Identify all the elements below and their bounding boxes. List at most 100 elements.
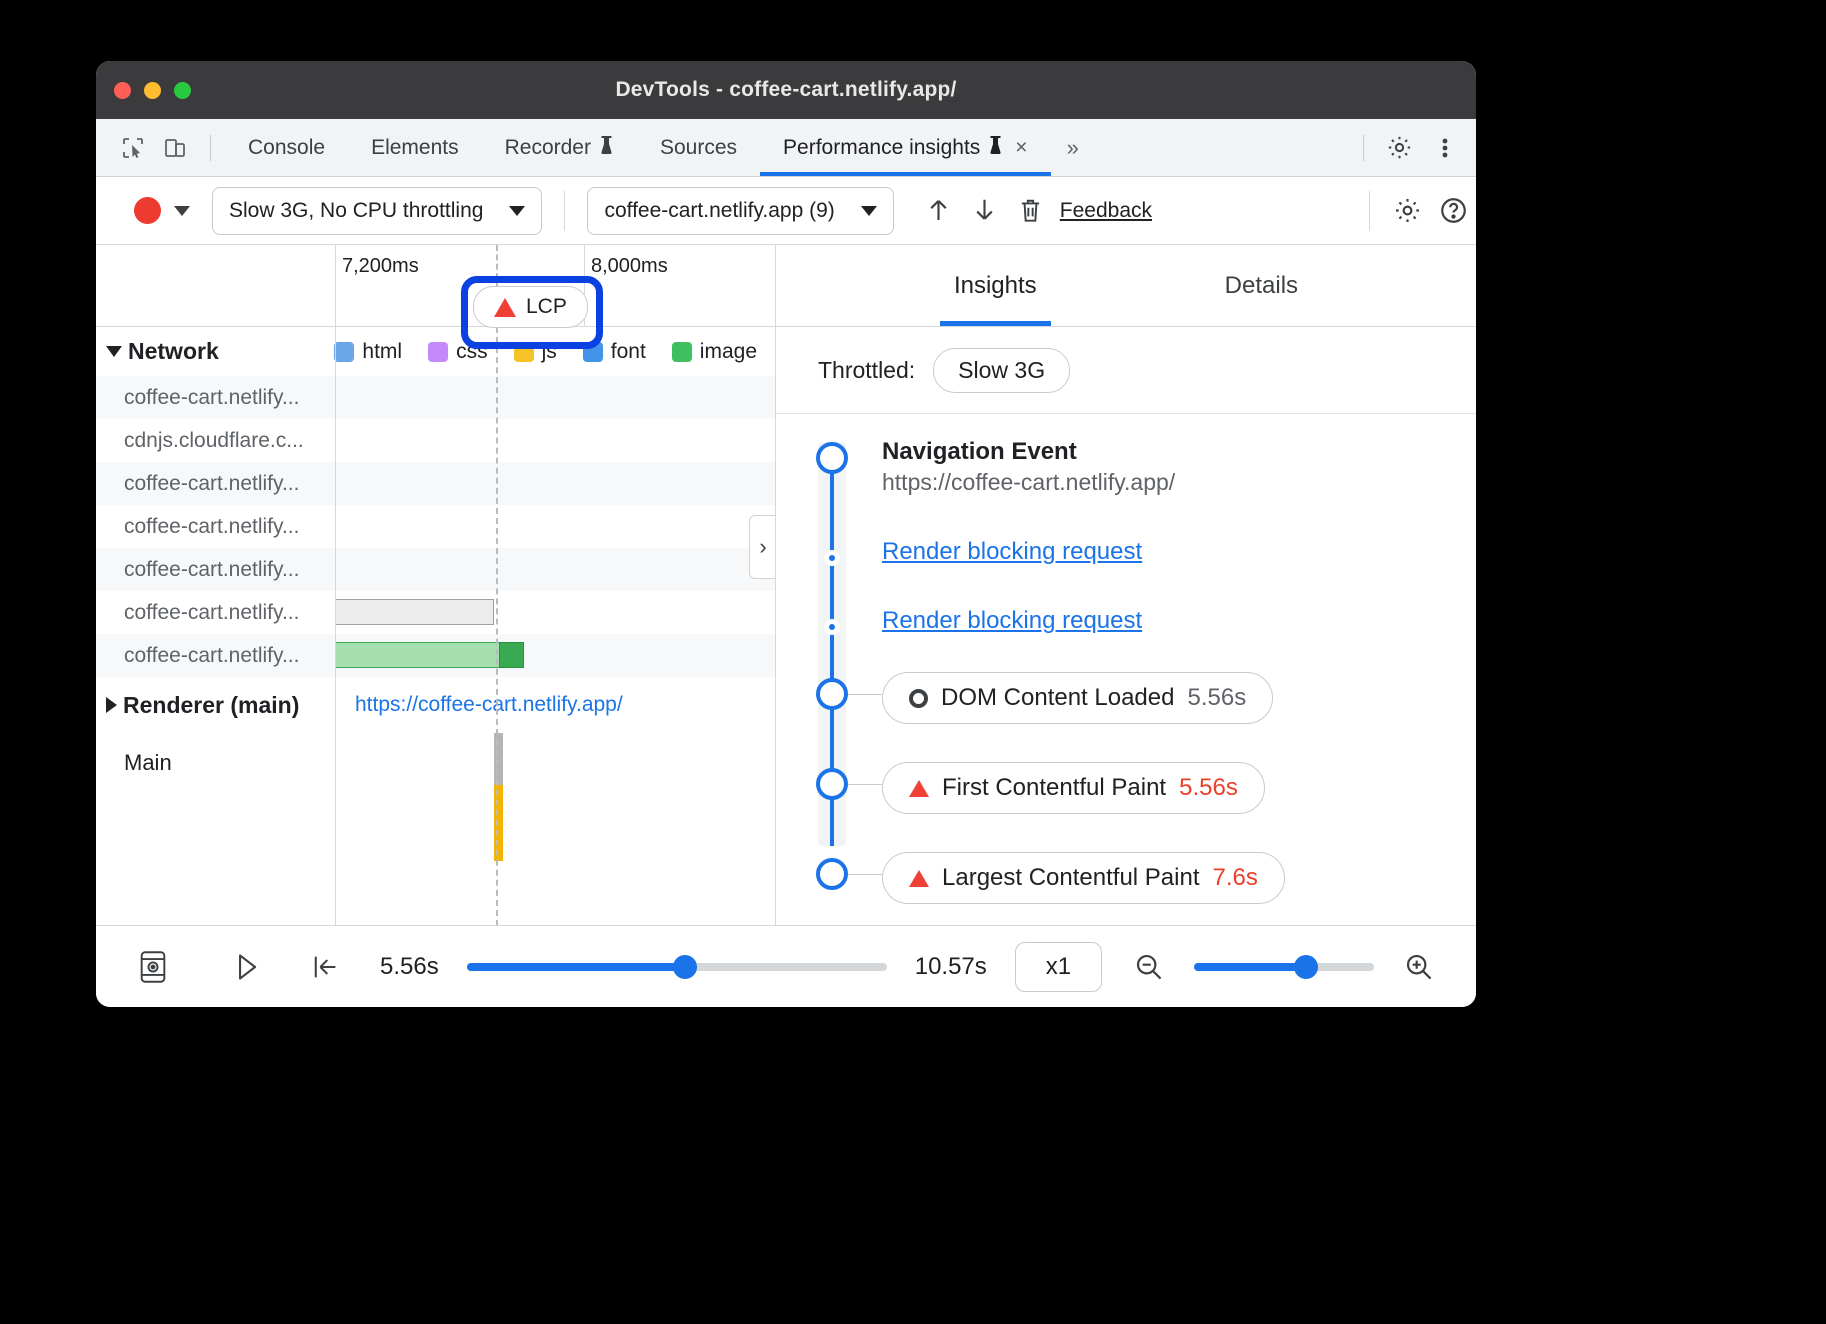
tabbar-divider	[1363, 135, 1364, 161]
legend-swatch	[583, 342, 603, 362]
gear-icon[interactable]	[1378, 128, 1420, 168]
network-group-header[interactable]: Network html css	[96, 327, 775, 376]
timeline-node-navigation[interactable]	[816, 442, 848, 474]
first-contentful-paint-pill[interactable]: First Contentful Paint 5.56s	[882, 762, 1265, 814]
help-icon[interactable]	[1430, 188, 1476, 234]
timeline-ruler[interactable]: 7,200ms 8,000ms LCP	[96, 245, 775, 327]
tab-recorder-label: Recorder	[505, 136, 591, 160]
tab-sources-label: Sources	[660, 136, 737, 160]
network-request-row[interactable]: coffee-cart.netlify...	[96, 505, 775, 548]
three-dot-menu-icon[interactable]	[1424, 128, 1466, 168]
chevron-down-icon[interactable]	[106, 346, 122, 357]
network-legend: html css js	[308, 340, 775, 364]
request-name: coffee-cart.netlify...	[96, 644, 335, 668]
tab-console[interactable]: Console	[225, 119, 348, 176]
tab-details-label: Details	[1225, 272, 1298, 300]
sidebar-collapse-handle[interactable]: ›	[749, 515, 776, 579]
record-button[interactable]	[134, 197, 161, 224]
request-bar-grey[interactable]	[335, 599, 494, 625]
feedback-link[interactable]: Feedback	[1060, 199, 1152, 223]
gear-icon[interactable]	[1384, 188, 1430, 234]
legend-item-html: html	[334, 340, 402, 364]
tab-performance-insights-label: Performance insights	[783, 136, 980, 160]
chevron-down-icon	[509, 206, 525, 216]
playback-speed-button[interactable]: x1	[1015, 942, 1102, 992]
request-bar-waiting[interactable]	[335, 642, 499, 668]
chevron-right-icon: ›	[759, 534, 766, 560]
inspect-cursor-icon[interactable]	[112, 128, 154, 168]
legend-item-js: js	[514, 340, 557, 364]
close-window-button[interactable]	[114, 82, 131, 99]
timeline-entry-navigation: Navigation Event https://coffee-cart.net…	[882, 436, 1175, 498]
zoom-slider-knob[interactable]	[1294, 955, 1318, 979]
tab-performance-insights[interactable]: Performance insights ×	[760, 119, 1051, 176]
tab-sources[interactable]: Sources	[637, 119, 760, 176]
insights-pane: Insights Details Throttled: Slow 3G	[776, 245, 1476, 925]
trash-icon[interactable]	[1008, 188, 1054, 234]
toolbar-divider	[1369, 191, 1370, 231]
throttling-select[interactable]: Slow 3G, No CPU throttling	[212, 187, 542, 235]
timeline-node-render-blocking-2[interactable]	[824, 619, 840, 635]
zoom-slider[interactable]	[1194, 963, 1374, 971]
upload-icon[interactable]	[916, 188, 962, 234]
dom-content-loaded-pill[interactable]: DOM Content Loaded 5.56s	[882, 672, 1273, 724]
page-select-value: coffee-cart.netlify.app (9)	[604, 199, 834, 223]
main-thread-row[interactable]: Main	[96, 733, 775, 793]
download-icon[interactable]	[962, 188, 1008, 234]
network-request-row[interactable]: coffee-cart.netlify...	[96, 548, 775, 591]
tab-details[interactable]: Details	[1211, 245, 1312, 326]
more-tabs-icon[interactable]: »	[1051, 135, 1095, 161]
network-request-row[interactable]: coffee-cart.netlify...	[96, 634, 775, 677]
ruler-tick-label: 7,200ms	[342, 255, 419, 278]
time-scrubber-slider[interactable]	[467, 963, 887, 971]
play-icon[interactable]	[220, 942, 274, 992]
timeline-node-largest-contentful-paint[interactable]	[816, 858, 848, 890]
timeline-connector	[848, 784, 882, 785]
slider-knob[interactable]	[673, 955, 697, 979]
zoom-out-icon[interactable]	[1122, 942, 1176, 992]
renderer-url[interactable]: https://coffee-cart.netlify.app/	[335, 693, 623, 717]
tab-close-icon[interactable]: ×	[1015, 136, 1027, 160]
panel-body: 7,200ms 8,000ms LCP	[96, 245, 1476, 925]
renderer-group-header[interactable]: Renderer (main) https://coffee-cart.netl…	[96, 677, 775, 733]
chevron-right-icon[interactable]	[106, 697, 117, 713]
minimize-window-button[interactable]	[144, 82, 161, 99]
timeline-node-render-blocking-1[interactable]	[824, 550, 840, 566]
zoom-in-icon[interactable]	[1392, 942, 1446, 992]
timeline-node-first-contentful-paint[interactable]	[816, 768, 848, 800]
network-request-row[interactable]: coffee-cart.netlify...	[96, 376, 775, 419]
network-request-row[interactable]: coffee-cart.netlify...	[96, 462, 775, 505]
lcp-marker-label: LCP	[526, 295, 567, 319]
navigation-event-url: https://coffee-cart.netlify.app/	[882, 467, 1175, 498]
network-group-label-wrap: Network	[96, 338, 308, 365]
first-contentful-paint-label: First Contentful Paint	[942, 774, 1166, 802]
render-blocking-request-link-2[interactable]: Render blocking request	[882, 607, 1142, 634]
network-request-row[interactable]: cdnjs.cloudflare.c...	[96, 419, 775, 462]
network-request-row[interactable]: coffee-cart.netlify...	[96, 591, 775, 634]
filmstrip-icon[interactable]	[126, 942, 180, 992]
maximize-window-button[interactable]	[174, 82, 191, 99]
tab-elements[interactable]: Elements	[348, 119, 482, 176]
devtools-tabbar: Console Elements Recorder Sources	[96, 119, 1476, 177]
render-blocking-request-link-1[interactable]: Render blocking request	[882, 538, 1142, 565]
device-toolbar-icon[interactable]	[154, 128, 196, 168]
throttled-value-pill[interactable]: Slow 3G	[933, 348, 1070, 393]
dom-content-loaded-time: 5.56s	[1187, 684, 1246, 712]
lcp-marker-chip[interactable]: LCP	[473, 286, 588, 328]
screenshot-root: DevTools - coffee-cart.netlify.app/ Cons…	[0, 0, 1826, 1324]
ruler-tick-label: 8,000ms	[591, 255, 668, 278]
page-select[interactable]: coffee-cart.netlify.app (9)	[587, 187, 893, 235]
request-bar-download[interactable]	[499, 642, 524, 668]
tab-insights[interactable]: Insights	[940, 245, 1051, 326]
throttling-select-value: Slow 3G, No CPU throttling	[229, 199, 483, 223]
record-dropdown-icon[interactable]	[174, 206, 190, 216]
jump-to-start-icon[interactable]	[298, 942, 352, 992]
largest-contentful-paint-pill[interactable]: Largest Contentful Paint 7.6s	[882, 852, 1285, 904]
legend-item-image: image	[672, 340, 757, 364]
request-name: coffee-cart.netlify...	[96, 515, 335, 539]
timeline-node-dom-content-loaded[interactable]	[816, 678, 848, 710]
legend-swatch	[514, 342, 534, 362]
largest-contentful-paint-label: Largest Contentful Paint	[942, 864, 1200, 892]
navigation-event-title: Navigation Event	[882, 436, 1175, 467]
tab-recorder[interactable]: Recorder	[482, 119, 637, 176]
